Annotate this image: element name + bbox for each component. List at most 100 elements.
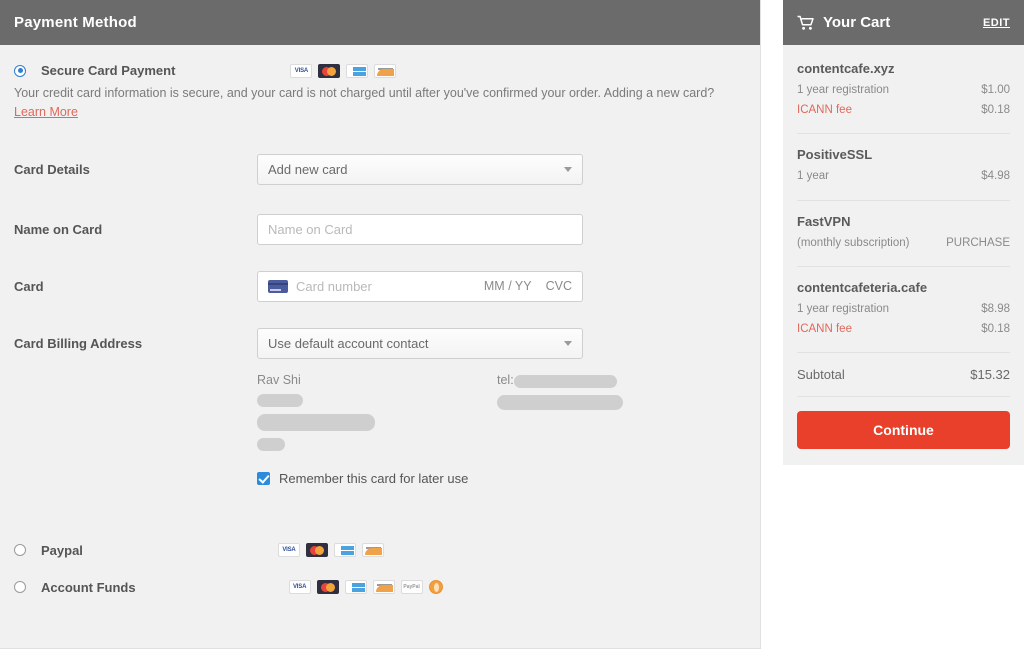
name-on-card-label: Name on Card — [14, 221, 103, 237]
disclaimer-text: Your credit card information is secure, … — [14, 86, 715, 100]
payment-option-secure-card[interactable]: Secure Card Payment VISA — [0, 63, 760, 78]
payment-panel-header: Payment Method — [0, 0, 760, 45]
cart-item-amount: $8.98 — [981, 303, 1010, 316]
continue-button[interactable]: Continue — [797, 411, 1010, 450]
cart-edit-link[interactable]: EDIT — [983, 17, 1010, 29]
amex-icon — [346, 63, 369, 78]
redacted-address-line-3 — [257, 437, 285, 451]
chevron-down-icon — [564, 340, 572, 346]
card-number-placeholder: Card number — [296, 278, 372, 294]
payment-option-account-funds[interactable]: Account Funds VISA PayPal — [0, 580, 760, 595]
billing-address-select[interactable]: Use default account contact — [257, 327, 583, 359]
amex-icon — [344, 580, 367, 594]
discover-icon — [361, 543, 384, 557]
card-label: Card — [14, 278, 44, 294]
contact-address-column: Rav Shi — [257, 373, 497, 451]
shopping-cart-icon — [797, 15, 815, 31]
remember-card-row[interactable]: Remember this card for later use — [0, 471, 760, 486]
cart-item: contentcafeteria.cafe 1 year registratio… — [797, 267, 1010, 354]
cart-item-line: ICANN fee $0.18 — [797, 101, 1010, 121]
card-details-selected-value: Add new card — [268, 161, 348, 177]
redacted-email — [497, 394, 623, 410]
contact-phone-column: tel: — [497, 373, 677, 451]
contact-name: Rav Shi — [257, 372, 301, 387]
remember-card-label: Remember this card for later use — [279, 470, 469, 486]
cart-item-desc: (monthly subscription) — [797, 236, 910, 249]
visa-icon: VISA — [277, 543, 300, 557]
mastercard-icon — [318, 63, 341, 78]
cart-item: PositiveSSL 1 year $4.98 — [797, 134, 1010, 201]
payment-method-panel: Payment Method Secure Card Payment VISA … — [0, 0, 761, 649]
card-details-label: Card Details — [14, 161, 90, 177]
cart-body: contentcafe.xyz 1 year registration $1.0… — [783, 45, 1024, 450]
cart-item-desc: ICANN fee — [797, 103, 852, 116]
amex-icon — [333, 543, 356, 557]
cart-item-line: 1 year registration $1.00 — [797, 81, 1010, 101]
billing-contact-preview: Rav Shi tel: — [0, 359, 760, 451]
cart-item-amount: $0.18 — [981, 322, 1010, 335]
cvc-input[interactable]: CVC — [546, 279, 572, 293]
name-on-card-input[interactable]: Name on Card — [257, 213, 583, 245]
payment-option-label: Paypal — [41, 542, 83, 558]
tel-label: tel: — [497, 372, 514, 387]
payment-option-paypal[interactable]: Paypal VISA — [0, 543, 760, 558]
cart-item-name: contentcafe.xyz — [797, 61, 895, 76]
cart-subtotal-row: Subtotal $15.32 — [797, 353, 1010, 398]
name-on-card-placeholder: Name on Card — [268, 221, 353, 237]
cart-item-desc: 1 year — [797, 170, 829, 183]
cart-item-desc: 1 year registration — [797, 84, 890, 96]
cart-item-line: (monthly subscription) PURCHASE — [797, 234, 1010, 254]
redacted-phone — [513, 374, 617, 388]
mastercard-icon — [305, 543, 328, 557]
expiry-input[interactable]: MM / YY — [484, 279, 532, 293]
name-on-card-row: Name on Card Name on Card — [0, 213, 760, 245]
remember-card-checkbox[interactable] — [257, 471, 270, 485]
cart-item: FastVPN (monthly subscription) PURCHASE — [797, 201, 1010, 268]
cart-item-line: 1 year registration $8.98 — [797, 300, 1010, 320]
subtotal-label: Subtotal — [797, 367, 845, 383]
cart-item-line: 1 year $4.98 — [797, 167, 1010, 187]
visa-icon: VISA — [288, 580, 311, 594]
cart-item-amount: $4.98 — [981, 170, 1010, 183]
secure-payment-disclaimer: Your credit card information is secure, … — [0, 78, 760, 122]
cart-title: Your Cart — [823, 14, 891, 31]
credit-card-icon — [268, 279, 288, 293]
paypal-icon: PayPal — [400, 580, 423, 594]
card-brand-icons-secure: VISA — [290, 63, 397, 78]
discover-icon — [374, 63, 397, 78]
card-brand-icons-paypal: VISA — [277, 543, 384, 557]
card-brand-icons-account-funds: VISA PayPal — [288, 580, 443, 594]
visa-icon: VISA — [290, 63, 313, 78]
billing-address-row: Card Billing Address Use default account… — [0, 327, 760, 359]
radio-paypal[interactable] — [14, 544, 26, 556]
cart-header: Your Cart EDIT — [783, 0, 1024, 45]
learn-more-link[interactable]: Learn More — [14, 103, 78, 122]
mastercard-icon — [316, 580, 339, 594]
chevron-down-icon — [564, 166, 572, 172]
checkout-page: Payment Method Secure Card Payment VISA … — [0, 0, 1024, 665]
cart-item-line: ICANN fee $0.18 — [797, 320, 1010, 340]
discover-icon — [372, 580, 395, 594]
card-details-row: Card Details Add new card — [0, 153, 760, 185]
payment-option-label: Secure Card Payment — [41, 63, 176, 78]
card-details-select[interactable]: Add new card — [257, 153, 583, 185]
cart-item: contentcafe.xyz 1 year registration $1.0… — [797, 45, 1010, 135]
cart-panel: Your Cart EDIT contentcafe.xyz 1 year re… — [783, 0, 1024, 466]
cart-item-name: PositiveSSL — [797, 147, 873, 163]
cart-item-desc: 1 year registration — [797, 303, 890, 316]
cart-item-name: FastVPN — [797, 213, 851, 229]
redacted-address-line-2 — [257, 413, 375, 431]
payment-option-label: Account Funds — [41, 579, 136, 595]
cart-item-amount: PURCHASE — [946, 236, 1010, 249]
card-number-input[interactable]: Card number MM / YY CVC — [257, 270, 583, 302]
cart-item-amount: $1.00 — [981, 84, 1010, 96]
card-number-row: Card Card number MM / YY CVC — [0, 270, 760, 302]
cart-item-amount: $0.18 — [981, 103, 1010, 116]
subtotal-amount: $15.32 — [970, 367, 1010, 383]
billing-address-label: Card Billing Address — [14, 335, 143, 351]
page-title: Payment Method — [14, 14, 137, 31]
cart-item-name: contentcafeteria.cafe — [797, 280, 928, 296]
radio-secure-card-payment[interactable] — [14, 64, 26, 77]
billing-address-selected-value: Use default account contact — [268, 335, 429, 351]
radio-account-funds[interactable] — [14, 581, 26, 593]
